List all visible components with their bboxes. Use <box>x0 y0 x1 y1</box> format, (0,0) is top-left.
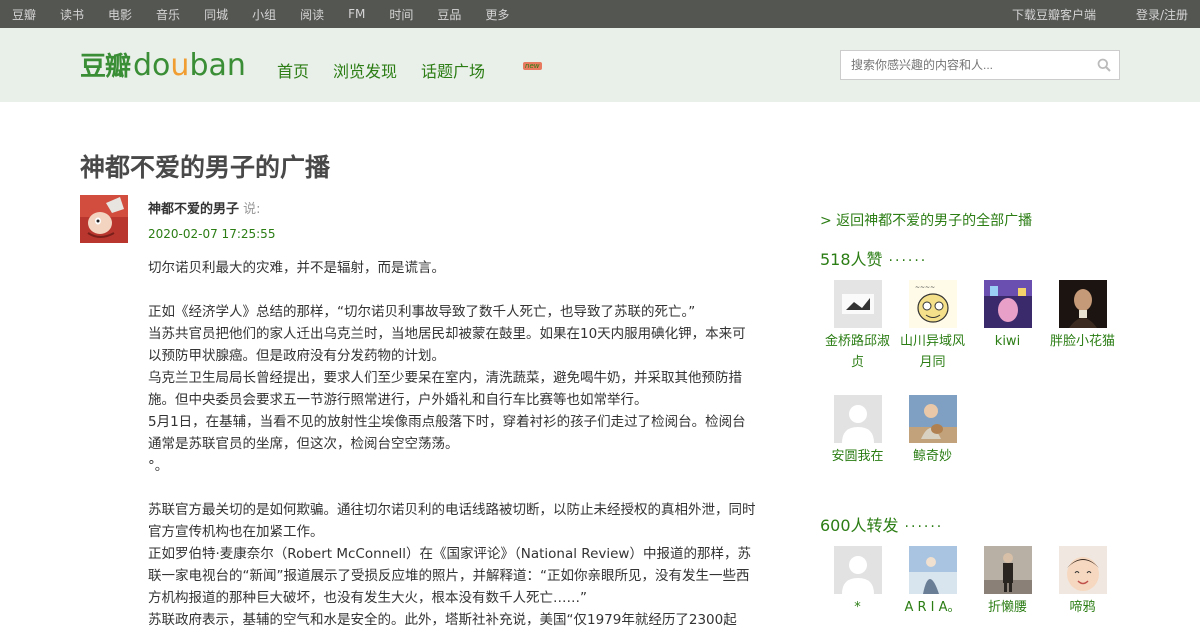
global-nav: 豆瓣 读书 电影 音乐 同城 小组 阅读 FM 时间 豆品 更多 下载豆瓣客户端… <box>0 0 1200 28</box>
user-name[interactable]: 山川异域风月同 <box>895 331 970 373</box>
user-avatar[interactable] <box>833 546 882 594</box>
user-avatar[interactable] <box>1058 280 1107 328</box>
nav-home[interactable]: 首页 <box>277 58 309 82</box>
search-icon[interactable] <box>1089 51 1119 79</box>
global-nav-local[interactable]: 同城 <box>204 6 228 23</box>
user-avatar[interactable] <box>983 546 1032 594</box>
list-item[interactable]: 胖脸小花猫 <box>1045 280 1120 352</box>
author-name[interactable]: 神都不爱的男子 <box>148 202 239 217</box>
svg-text:~~~~: ~~~~ <box>915 284 935 291</box>
list-item[interactable]: 金桥路邱淑贞 <box>820 280 895 373</box>
author-line: 神都不爱的男子 说: <box>148 198 261 217</box>
global-nav-account: 下载豆瓣客户端 登录/注册 <box>1012 6 1188 23</box>
user-avatar[interactable] <box>833 395 882 443</box>
post-paragraph: 苏联政府表示，基辅的空气和水是安全的。此外，塔斯社补充说，美国“仅1979年就经… <box>148 612 737 628</box>
user-avatar[interactable] <box>908 395 957 443</box>
post-body: 切尔诺贝利最大的灾难，并不是辐射，而是谎言。 正如《经济学人》总结的那样，“切尔… <box>148 257 758 631</box>
logo-chinese: 豆瓣 <box>80 52 131 82</box>
reshares-more-dots[interactable]: ······ <box>905 519 944 535</box>
douban-logo[interactable]: 豆瓣 douban <box>80 46 246 83</box>
list-item[interactable]: kiwi <box>970 280 1045 352</box>
nav-topics[interactable]: 话题广场 new <box>421 58 551 82</box>
global-nav-fm[interactable]: FM <box>348 7 365 21</box>
list-item[interactable]: 安圆我在 <box>820 395 895 467</box>
site-header: 豆瓣 douban 首页 浏览发现 话题广场 new <box>0 28 1200 102</box>
likes-heading[interactable]: 518人赞 ······ <box>820 246 927 270</box>
list-item[interactable]: 折懒腰 <box>970 546 1045 618</box>
post-paragraph: 切尔诺贝利最大的灾难，并不是辐射，而是谎言。 <box>148 260 445 276</box>
user-name[interactable]: 鲸奇妙 <box>895 446 970 467</box>
likes-more-dots[interactable]: ······ <box>889 253 928 269</box>
author-says: 说: <box>243 202 261 217</box>
user-name[interactable]: 啼鸦 <box>1045 597 1120 618</box>
global-nav-groups[interactable]: 小组 <box>252 6 276 23</box>
global-nav-read[interactable]: 阅读 <box>300 6 324 23</box>
user-name[interactable]: 胖脸小花猫 <box>1045 331 1120 352</box>
back-to-all-posts-link[interactable]: > 返回神都不爱的男子的全部广播 <box>820 210 1032 230</box>
user-name[interactable]: 安圆我在 <box>820 446 895 467</box>
user-avatar[interactable] <box>1058 546 1107 594</box>
search-input[interactable] <box>841 51 1089 79</box>
author-avatar[interactable] <box>80 195 128 243</box>
post-timestamp[interactable]: 2020-02-07 17:25:55 <box>148 227 275 241</box>
global-nav-market[interactable]: 豆品 <box>437 6 461 23</box>
nav-explore[interactable]: 浏览发现 <box>333 58 397 82</box>
user-avatar[interactable] <box>833 280 882 328</box>
search-box <box>840 50 1120 80</box>
global-nav-douban[interactable]: 豆瓣 <box>12 6 36 23</box>
download-app-link[interactable]: 下载豆瓣客户端 <box>1012 6 1096 23</box>
login-register-link[interactable]: 登录/注册 <box>1136 6 1188 23</box>
list-item[interactable]: * <box>820 546 895 618</box>
user-name[interactable]: kiwi <box>970 331 1045 352</box>
logo-english: douban <box>133 48 246 83</box>
reshares-heading[interactable]: 600人转发 ······ <box>820 512 943 536</box>
global-nav-time[interactable]: 时间 <box>389 6 413 23</box>
list-item[interactable]: A R I A。 <box>895 546 970 618</box>
user-name[interactable]: 金桥路邱淑贞 <box>820 331 895 373</box>
list-item[interactable]: 啼鸦 <box>1045 546 1120 618</box>
post-paragraph: 乌克兰卫生局局长曾经提出，要求人们至少要呆在室内，清洗蔬菜，避免喝牛奶，并采取其… <box>148 370 742 408</box>
post-paragraph: °。 <box>148 458 169 474</box>
user-name[interactable]: A R I A。 <box>895 597 970 618</box>
user-name[interactable]: 折懒腰 <box>970 597 1045 618</box>
list-item[interactable]: 鲸奇妙 <box>895 395 970 467</box>
global-nav-more[interactable]: 更多 <box>485 6 509 23</box>
post-paragraph: 苏联官方最关切的是如何欺骗。通往切尔诺贝利的电话线路被切断，以防止未经授权的真相… <box>148 502 756 540</box>
list-item[interactable]: ~~~~ 山川异域风月同 <box>895 280 970 373</box>
post-paragraph: 当苏共官员把他们的家人迁出乌克兰时，当地居民却被蒙在鼓里。如果在10天内服用碘化… <box>148 326 746 364</box>
global-nav-movies[interactable]: 电影 <box>108 6 132 23</box>
main-nav: 首页 浏览发现 话题广场 new <box>277 58 576 82</box>
post-paragraph: 5月1日，在基辅，当看不见的放射性尘埃像雨点般落下时，穿着衬衫的孩子们走过了检阅… <box>148 414 746 452</box>
user-name[interactable]: * <box>820 597 895 618</box>
new-badge: new <box>523 62 542 70</box>
page-title: 神都不爱的男子的广播 <box>80 153 331 182</box>
user-avatar[interactable] <box>983 280 1032 328</box>
global-nav-links: 豆瓣 读书 电影 音乐 同城 小组 阅读 FM 时间 豆品 更多 <box>12 6 533 23</box>
post-paragraph: 正如《经济学人》总结的那样，“切尔诺贝利事故导致了数千人死亡，也导致了苏联的死亡… <box>148 304 696 320</box>
post-paragraph: 正如罗伯特·麦康奈尔（Robert McConnell）在《国家评论》（Nati… <box>148 546 751 606</box>
global-nav-books[interactable]: 读书 <box>60 6 84 23</box>
global-nav-music[interactable]: 音乐 <box>156 6 180 23</box>
user-avatar[interactable] <box>908 546 957 594</box>
user-avatar[interactable]: ~~~~ <box>908 280 957 328</box>
